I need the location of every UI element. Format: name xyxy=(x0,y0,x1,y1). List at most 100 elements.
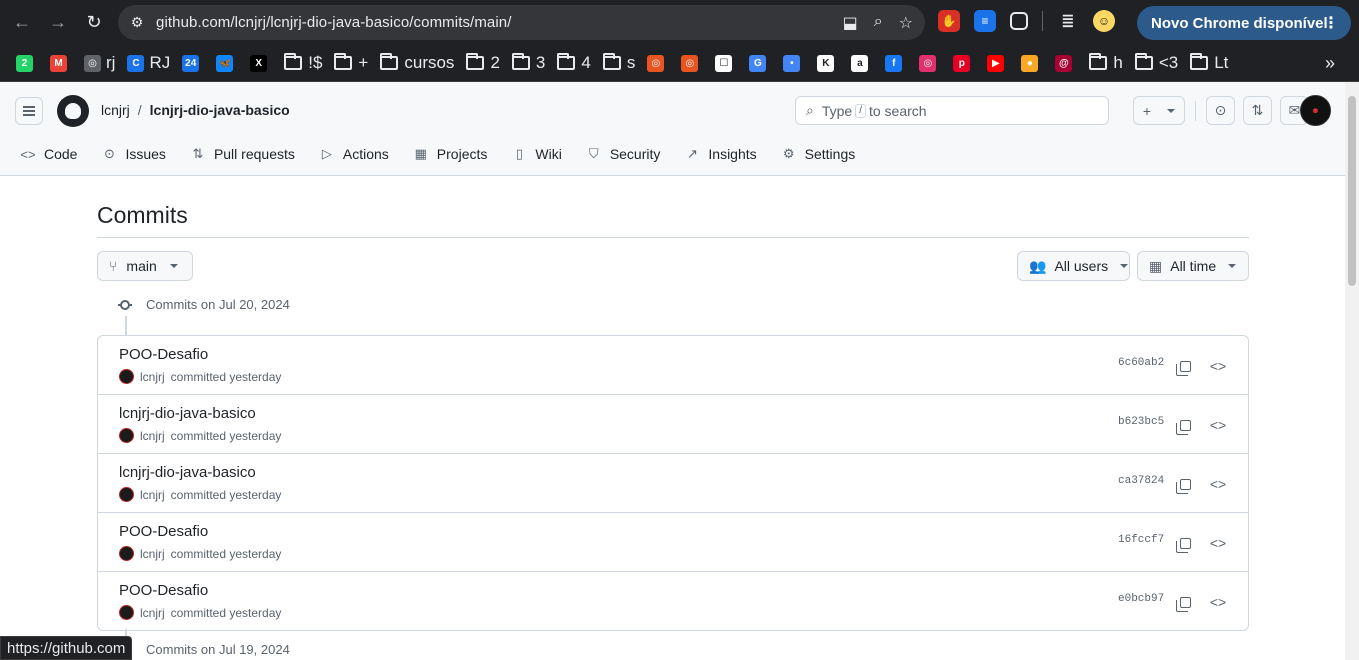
issues-button[interactable]: ⊙ xyxy=(1206,96,1235,125)
commit-message-link[interactable]: lcnjrj-dio-java-basico xyxy=(119,464,256,481)
browse-repo-button[interactable]: <> xyxy=(1205,530,1231,556)
author-avatar[interactable] xyxy=(119,428,134,443)
tab-issues[interactable]: ⊙ Issues xyxy=(101,140,173,168)
commit-sha-link[interactable]: e0bcb97 xyxy=(1118,593,1164,605)
copy-sha-button[interactable] xyxy=(1172,589,1198,615)
users-filter-button[interactable]: 👥 All users xyxy=(1017,251,1130,281)
repo-link[interactable]: lcnjrj-dio-java-basico xyxy=(150,102,290,118)
zoom-icon[interactable]: ⌕ xyxy=(874,13,883,33)
profile-emoji-icon[interactable]: ☺ xyxy=(1093,10,1115,32)
browse-repo-button[interactable]: <> xyxy=(1205,353,1231,379)
bookmark-item[interactable]: h xyxy=(1083,45,1128,82)
bookmark-item[interactable]: X xyxy=(244,45,278,82)
bookmark-item[interactable]: 24 xyxy=(176,45,210,82)
bookmark-item[interactable]: + xyxy=(328,45,374,82)
tab-projects[interactable]: ▦ Projects xyxy=(413,140,496,168)
bookmark-item[interactable]: M xyxy=(44,45,78,82)
scrollbar-thumb[interactable] xyxy=(1348,96,1356,286)
author-avatar[interactable] xyxy=(119,487,134,502)
site-icon: ☐ xyxy=(715,54,733,72)
commit-sha-link[interactable]: ca37824 xyxy=(1118,475,1164,487)
bookmark-item[interactable]: a xyxy=(845,45,879,82)
extensions-puzzle-icon[interactable] xyxy=(1010,12,1028,30)
bookmark-item[interactable]: ◎ xyxy=(913,45,947,82)
browse-repo-button[interactable]: <> xyxy=(1205,471,1231,497)
bookmarks-overflow-icon[interactable]: » xyxy=(1325,45,1335,82)
bookmark-item[interactable]: ◎ rj xyxy=(78,45,121,82)
bookmark-item[interactable]: G xyxy=(743,45,777,82)
bookmark-item[interactable]: !$ xyxy=(278,45,328,82)
commit-author[interactable]: lcnjrj xyxy=(140,488,165,502)
bookmark-item[interactable]: 2 xyxy=(10,45,44,82)
copy-sha-button[interactable] xyxy=(1172,530,1198,556)
branch-selector-button[interactable]: ⑂ main xyxy=(97,251,193,281)
commit-message-link[interactable]: POO-Desafio xyxy=(119,346,208,363)
author-avatar[interactable] xyxy=(119,369,134,384)
bookmark-item[interactable]: C RJ xyxy=(121,45,176,82)
page-scrollbar[interactable] xyxy=(1345,82,1359,660)
bookmark-item[interactable]: @ xyxy=(1049,45,1083,82)
reload-icon[interactable]: ↻ xyxy=(76,4,112,40)
tab-insights[interactable]: ↗ Insights xyxy=(684,140,764,168)
search-input[interactable]: ⌕ Type / to search xyxy=(795,96,1109,125)
bookmark-item[interactable]: • xyxy=(777,45,811,82)
bookmark-item[interactable]: cursos xyxy=(374,45,460,82)
copy-sha-button[interactable] xyxy=(1172,471,1198,497)
commit-sha-link[interactable]: b623bc5 xyxy=(1118,416,1164,428)
author-avatar[interactable] xyxy=(119,546,134,561)
commit-author[interactable]: lcnjrj xyxy=(140,429,165,443)
back-arrow-icon[interactable]: ← xyxy=(4,4,40,40)
commit-message-link[interactable]: POO-Desafio xyxy=(119,523,208,540)
chrome-update-button[interactable]: Novo Chrome disponível ⋮ xyxy=(1137,6,1351,40)
hamburger-menu-button[interactable] xyxy=(15,97,43,125)
commit-message-link[interactable]: lcnjrj-dio-java-basico xyxy=(119,405,256,422)
time-filter-button[interactable]: ▦ All time xyxy=(1137,251,1249,281)
tab-security[interactable]: ⛉ Security xyxy=(586,140,669,168)
commit-author[interactable]: lcnjrj xyxy=(140,370,165,384)
avatar[interactable]: ☻ xyxy=(1300,95,1331,126)
forward-arrow-icon[interactable]: → xyxy=(40,4,76,40)
bookmark-star-icon[interactable]: ☆ xyxy=(899,13,913,33)
tab-pull-requests[interactable]: ⇅ Pull requests xyxy=(190,140,303,168)
commit-sha-link[interactable]: 6c60ab2 xyxy=(1118,357,1164,369)
github-logo-icon[interactable] xyxy=(57,95,89,127)
commit-sha-link[interactable]: 16fccf7 xyxy=(1118,534,1164,546)
docs-extension-icon[interactable]: ≡ xyxy=(974,10,996,32)
tab-code[interactable]: <> Code xyxy=(20,140,85,168)
bookmark-item[interactable]: ▶ xyxy=(981,45,1015,82)
commit-message-link[interactable]: POO-Desafio xyxy=(119,582,208,599)
bookmark-item[interactable]: 4 xyxy=(551,45,596,82)
media-queue-icon[interactable]: ≣ xyxy=(1057,10,1079,32)
bookmark-item[interactable]: p xyxy=(947,45,981,82)
commit-author[interactable]: lcnjrj xyxy=(140,547,165,561)
copy-sha-button[interactable] xyxy=(1172,353,1198,379)
create-new-button[interactable]: + xyxy=(1133,96,1185,125)
tab-settings[interactable]: ⚙ Settings xyxy=(781,140,864,168)
tab-actions[interactable]: ▷ Actions xyxy=(319,140,397,168)
bookmark-item[interactable]: 2 xyxy=(460,45,505,82)
bookmark-item[interactable]: ◎ xyxy=(641,45,675,82)
address-url[interactable]: github.com/lcnjrj/lcnjrj-dio-java-basico… xyxy=(156,14,512,31)
bookmark-item[interactable]: K xyxy=(811,45,845,82)
bookmark-item[interactable]: ◎ xyxy=(675,45,709,82)
bookmark-item[interactable]: 3 xyxy=(506,45,551,82)
tab-wiki[interactable]: ▯ Wiki xyxy=(511,140,569,168)
stop-extension-icon[interactable]: ✋ xyxy=(938,10,960,32)
address-bar[interactable]: ⚙ github.com/lcnjrj/lcnjrj-dio-java-basi… xyxy=(118,5,925,40)
commit-author[interactable]: lcnjrj xyxy=(140,606,165,620)
bookmark-item[interactable]: ☐ xyxy=(709,45,743,82)
owner-link[interactable]: lcnjrj xyxy=(101,102,130,118)
bookmark-item[interactable]: 🦋 xyxy=(210,45,244,82)
bookmark-item[interactable]: ● xyxy=(1015,45,1049,82)
install-app-icon[interactable]: ⬓ xyxy=(843,13,858,33)
site-info-icon[interactable]: ⚙ xyxy=(118,14,156,31)
copy-sha-button[interactable] xyxy=(1172,412,1198,438)
author-avatar[interactable] xyxy=(119,605,134,620)
bookmark-item[interactable]: <3 xyxy=(1129,45,1184,82)
browse-repo-button[interactable]: <> xyxy=(1205,412,1231,438)
bookmark-item[interactable]: Lt xyxy=(1184,45,1234,82)
pull-requests-button[interactable]: ⇅ xyxy=(1243,96,1272,125)
browse-repo-button[interactable]: <> xyxy=(1205,589,1231,615)
bookmark-item[interactable]: s xyxy=(597,45,642,82)
bookmark-item[interactable]: f xyxy=(879,45,913,82)
